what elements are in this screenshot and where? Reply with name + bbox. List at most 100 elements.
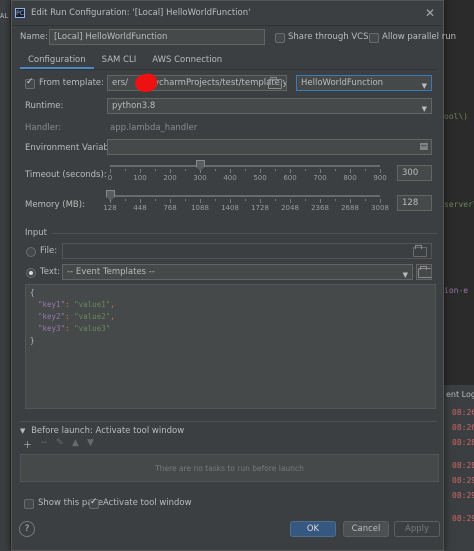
- ide-code-fragment: server\: [444, 200, 474, 209]
- ide-event-log-tab[interactable]: ent Log: [444, 388, 474, 402]
- timeout-slider-tick: [275, 169, 276, 171]
- move-down-icon[interactable]: ▼: [87, 438, 94, 448]
- pycharm-app-icon: PC: [15, 8, 25, 18]
- event-log-time: 08:28: [452, 461, 474, 470]
- input-divider: [52, 233, 437, 234]
- memory-slider-tick: [200, 199, 201, 203]
- timeout-slider-tick: [230, 169, 231, 173]
- event-log-time: 08:29: [452, 491, 474, 500]
- memory-slider-tick: [380, 199, 381, 203]
- folder-icon[interactable]: [413, 245, 427, 257]
- env-vars-field[interactable]: ▤: [107, 139, 432, 155]
- ide-editor-right: ool\) server\ ion-e: [444, 0, 474, 388]
- tab-configuration[interactable]: Configuration: [20, 52, 94, 69]
- allow-parallel-checkbox[interactable]: [369, 33, 379, 43]
- tab-aws-connection[interactable]: AWS Connection: [144, 52, 230, 69]
- timeout-slider-tick: [170, 169, 171, 173]
- handler-value: app.lambda_handler: [110, 123, 198, 133]
- ide-left-gutter: AL: [0, 0, 11, 551]
- timeout-slider-track: [110, 165, 380, 167]
- function-dropdown-value: HelloWorldFunction: [301, 78, 384, 88]
- open-event-file-button[interactable]: [416, 264, 432, 280]
- share-vcs-checkbox[interactable]: [275, 33, 285, 43]
- timeout-slider-thumb[interactable]: [195, 160, 205, 171]
- from-template-label: From template:: [39, 78, 104, 88]
- memory-slider-tick-label: 128: [103, 204, 117, 212]
- timeout-label: Timeout (seconds):: [25, 170, 107, 180]
- memory-slider-thumb[interactable]: [106, 190, 115, 201]
- timeout-slider-tick-label: 900: [373, 174, 387, 182]
- memory-slider-tick: [230, 199, 231, 203]
- timeout-slider-tick: [320, 169, 321, 173]
- text-radio[interactable]: [26, 268, 36, 278]
- function-dropdown[interactable]: HelloWorldFunction ▼: [296, 75, 432, 91]
- memory-slider-tick: [125, 199, 126, 201]
- timeout-slider-tick: [365, 169, 366, 171]
- before-launch-toggle[interactable]: ▼ Before launch: Activate tool window: [20, 426, 184, 436]
- file-label: File:: [40, 246, 58, 256]
- help-button[interactable]: ?: [19, 521, 35, 537]
- memory-input[interactable]: 128: [397, 195, 432, 211]
- add-icon[interactable]: ＋: [23, 438, 32, 451]
- memory-slider-tick-label: 2048: [281, 204, 299, 212]
- timeout-slider-tick: [350, 169, 351, 173]
- timeout-slider-tick-label: 200: [163, 174, 177, 182]
- ide-code-fragment: ion-e: [444, 286, 469, 295]
- file-radio[interactable]: [26, 247, 36, 257]
- json-line: {: [30, 288, 35, 297]
- json-line: "key3": "value3": [38, 324, 111, 333]
- timeout-slider-tick: [380, 169, 381, 173]
- memory-slider-tick: [215, 199, 216, 201]
- timeout-slider-tick-label: 0: [107, 174, 113, 182]
- timeout-slider-tick: [290, 169, 291, 173]
- timeout-slider-tick: [140, 169, 141, 173]
- activate-tool-window-checkbox[interactable]: [89, 497, 99, 509]
- input-section-label: Input: [25, 228, 48, 238]
- close-icon[interactable]: ✕: [425, 6, 435, 20]
- timeout-slider-tick-label: 400: [223, 174, 237, 182]
- timeout-slider-tick: [245, 169, 246, 171]
- tab-sam-cli[interactable]: SAM CLI: [94, 52, 145, 69]
- event-log-time: 08:28: [452, 438, 474, 447]
- memory-slider-tick: [260, 199, 261, 203]
- memory-slider-tick: [305, 199, 306, 201]
- cancel-button[interactable]: Cancel: [343, 521, 389, 537]
- event-templates-dropdown[interactable]: -- Event Templates -- ▼: [62, 264, 413, 280]
- timeout-slider-tick-label: 800: [343, 174, 357, 182]
- handler-label: Handler:: [25, 123, 62, 133]
- name-field[interactable]: [Local] HelloWorldFunction: [49, 29, 265, 45]
- folder-icon: [418, 266, 431, 278]
- show-page-checkbox[interactable]: [24, 499, 34, 509]
- before-launch-list: There are no tasks to run before launch: [20, 454, 439, 482]
- allow-parallel-label: Allow parallel run: [382, 32, 456, 42]
- move-up-icon[interactable]: ▲: [72, 438, 79, 448]
- apply-button[interactable]: Apply: [394, 521, 440, 537]
- edit-env-icon[interactable]: ▤: [419, 140, 428, 154]
- dialog-title: Edit Run Configuration: '[Local] HelloWo…: [31, 8, 251, 18]
- chevron-down-icon: ▼: [421, 105, 427, 113]
- ok-button[interactable]: OK: [290, 521, 336, 537]
- timeout-input[interactable]: 300: [397, 165, 432, 181]
- edit-icon[interactable]: ✎: [56, 438, 64, 448]
- before-launch-label: Before launch: Activate tool window: [31, 426, 185, 436]
- file-path-field[interactable]: [62, 243, 432, 259]
- json-line: "key2": "value2",: [38, 312, 115, 321]
- share-vcs-label: Share through VCS: [288, 32, 369, 42]
- memory-slider-tick: [140, 199, 141, 203]
- chevron-down-icon: ▼: [421, 82, 427, 90]
- timeout-slider-tick: [215, 169, 216, 171]
- dialog-titlebar: PC Edit Run Configuration: '[Local] Hell…: [12, 1, 443, 26]
- memory-slider-tick-label: 768: [163, 204, 177, 212]
- timeout-slider-tick: [305, 169, 306, 171]
- memory-slider-tick: [350, 199, 351, 203]
- folder-icon[interactable]: [268, 77, 282, 89]
- event-json-editor[interactable]: {"key1": "value1", "key2": "value2", "key3…: [25, 284, 436, 409]
- memory-slider-tick: [275, 199, 276, 201]
- runtime-dropdown[interactable]: python3.8 ▼: [107, 98, 432, 114]
- activate-tool-window-label: Activate tool window: [103, 498, 192, 508]
- remove-icon[interactable]: −: [40, 438, 48, 448]
- from-template-checkbox[interactable]: [25, 77, 35, 89]
- before-launch-divider: [20, 421, 437, 422]
- edit-run-configuration-dialog: PC Edit Run Configuration: '[Local] Hell…: [11, 0, 456, 551]
- event-log-time: 08:29: [452, 514, 474, 523]
